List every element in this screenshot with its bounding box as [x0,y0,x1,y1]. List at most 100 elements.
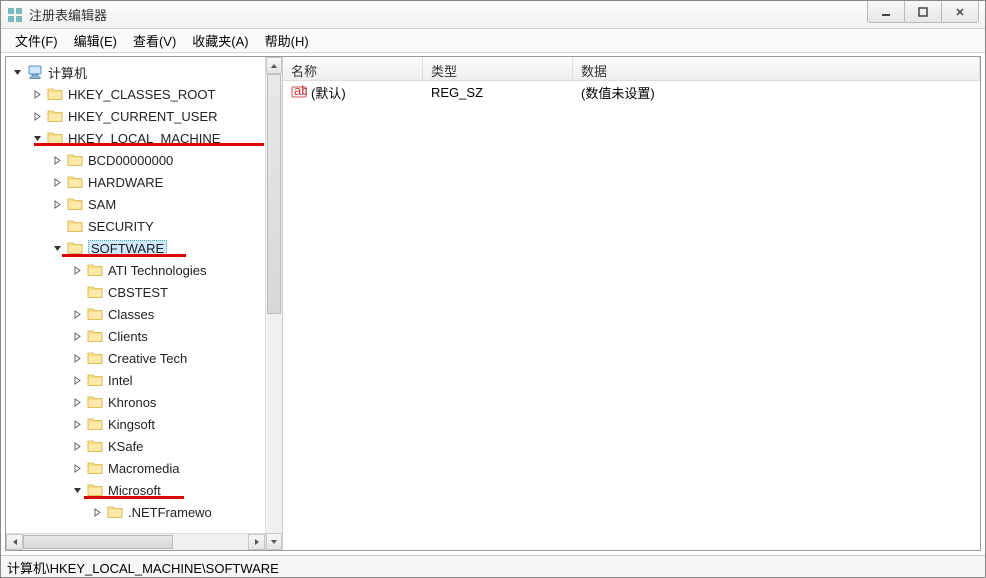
expand-icon[interactable] [70,351,84,365]
tree-label: Classes [108,307,154,322]
close-button[interactable] [941,1,979,23]
app-icon [7,7,23,23]
scroll-up-button[interactable] [266,57,282,74]
folder-icon [86,328,104,344]
expand-icon[interactable] [70,395,84,409]
collapse-icon[interactable] [10,65,24,79]
tree-label: 计算机 [48,63,87,82]
status-bar: 计算机\HKEY_LOCAL_MACHINE\SOFTWARE [1,555,985,577]
status-path: 计算机\HKEY_LOCAL_MACHINE\SOFTWARE [7,561,279,576]
expand-icon[interactable] [90,505,104,519]
value-type: REG_SZ [423,83,573,102]
expand-icon[interactable] [70,461,84,475]
tree-label: CBSTEST [108,285,168,300]
expand-icon[interactable] [50,153,64,167]
scroll-thumb[interactable] [23,535,173,549]
tree-node-cbstest[interactable]: CBSTEST [6,281,282,303]
tree-vertical-scrollbar[interactable] [265,57,282,550]
expand-icon[interactable] [50,175,64,189]
folder-icon [86,372,104,388]
menu-help[interactable]: 帮助(H) [257,28,317,53]
tree-label: KSafe [108,439,143,454]
list-row[interactable]: (默认) REG_SZ (数值未设置) [283,81,980,103]
main-area: 计算机 HKEY_CLASSES_ROOT HKEY_CURRENT_USER … [5,56,981,551]
minimize-button[interactable] [867,1,905,23]
tree-node-sam[interactable]: SAM [6,193,282,215]
maximize-button[interactable] [904,1,942,23]
list-header: 名称 类型 数据 [283,57,980,81]
tree-node-computer[interactable]: 计算机 [6,61,282,83]
tree-node-hkcr[interactable]: HKEY_CLASSES_ROOT [6,83,282,105]
window-title: 注册表编辑器 [29,5,107,24]
tree-label: Kingsoft [108,417,155,432]
menu-file[interactable]: 文件(F) [7,28,66,53]
tree-label: Clients [108,329,148,344]
expand-icon[interactable] [30,87,44,101]
expand-icon[interactable] [70,373,84,387]
folder-icon [66,196,84,212]
tree-label: Macromedia [108,461,180,476]
column-data[interactable]: 数据 [573,57,980,80]
computer-icon [26,64,44,80]
title-bar: 注册表编辑器 [1,1,985,29]
tree-node-bcd[interactable]: BCD00000000 [6,149,282,171]
expand-icon[interactable] [50,197,64,211]
folder-icon [46,108,64,124]
folder-icon [66,152,84,168]
expand-icon[interactable] [70,439,84,453]
scroll-right-button[interactable] [248,534,265,550]
string-value-icon [291,84,307,100]
tree-node-hkcu[interactable]: HKEY_CURRENT_USER [6,105,282,127]
column-name[interactable]: 名称 [283,57,423,80]
annotation-underline [34,143,264,146]
tree-horizontal-scrollbar[interactable] [6,533,265,550]
tree-node-ksafe[interactable]: KSafe [6,435,282,457]
tree-node-khronos[interactable]: Khronos [6,391,282,413]
tree-label: Creative Tech [108,351,187,366]
folder-icon [86,438,104,454]
tree-node-ati[interactable]: ATI Technologies [6,259,282,281]
collapse-icon[interactable] [70,483,84,497]
column-type[interactable]: 类型 [423,57,573,80]
scroll-left-button[interactable] [6,534,23,550]
tree-label: HARDWARE [88,175,163,190]
menu-favorites[interactable]: 收藏夹(A) [184,28,256,53]
value-name: (默认) [311,83,346,102]
tree-node-netframework[interactable]: .NETFramewo [6,501,282,523]
expand-icon[interactable] [70,263,84,277]
expand-icon[interactable] [70,307,84,321]
tree-label: Intel [108,373,133,388]
tree-label: HKEY_CLASSES_ROOT [68,87,215,102]
annotation-underline [62,254,186,257]
expand-icon[interactable] [70,417,84,431]
folder-icon [86,350,104,366]
tree-node-clients[interactable]: Clients [6,325,282,347]
folder-icon [86,262,104,278]
tree-node-intel[interactable]: Intel [6,369,282,391]
menu-view[interactable]: 查看(V) [125,28,184,53]
collapse-icon[interactable] [50,241,64,255]
folder-icon [66,174,84,190]
tree-node-classes[interactable]: Classes [6,303,282,325]
tree-node-security[interactable]: SECURITY [6,215,282,237]
tree-pane: 计算机 HKEY_CLASSES_ROOT HKEY_CURRENT_USER … [6,57,283,550]
expand-icon[interactable] [70,329,84,343]
tree-node-creative[interactable]: Creative Tech [6,347,282,369]
tree-node-kingsoft[interactable]: Kingsoft [6,413,282,435]
tree-label: SECURITY [88,219,154,234]
menu-bar: 文件(F) 编辑(E) 查看(V) 收藏夹(A) 帮助(H) [1,29,985,53]
folder-icon [66,218,84,234]
value-data: (数值未设置) [573,81,980,104]
folder-icon [86,306,104,322]
tree-node-macromedia[interactable]: Macromedia [6,457,282,479]
values-pane: 名称 类型 数据 (默认) REG_SZ (数值未设置) [283,57,980,550]
menu-edit[interactable]: 编辑(E) [66,28,125,53]
folder-icon [106,504,124,520]
expand-icon[interactable] [30,109,44,123]
tree-node-hardware[interactable]: HARDWARE [6,171,282,193]
folder-icon [86,460,104,476]
registry-tree[interactable]: 计算机 HKEY_CLASSES_ROOT HKEY_CURRENT_USER … [6,57,282,527]
scroll-thumb[interactable] [267,74,281,314]
scroll-down-button[interactable] [266,533,282,550]
list-body: (默认) REG_SZ (数值未设置) [283,81,980,103]
